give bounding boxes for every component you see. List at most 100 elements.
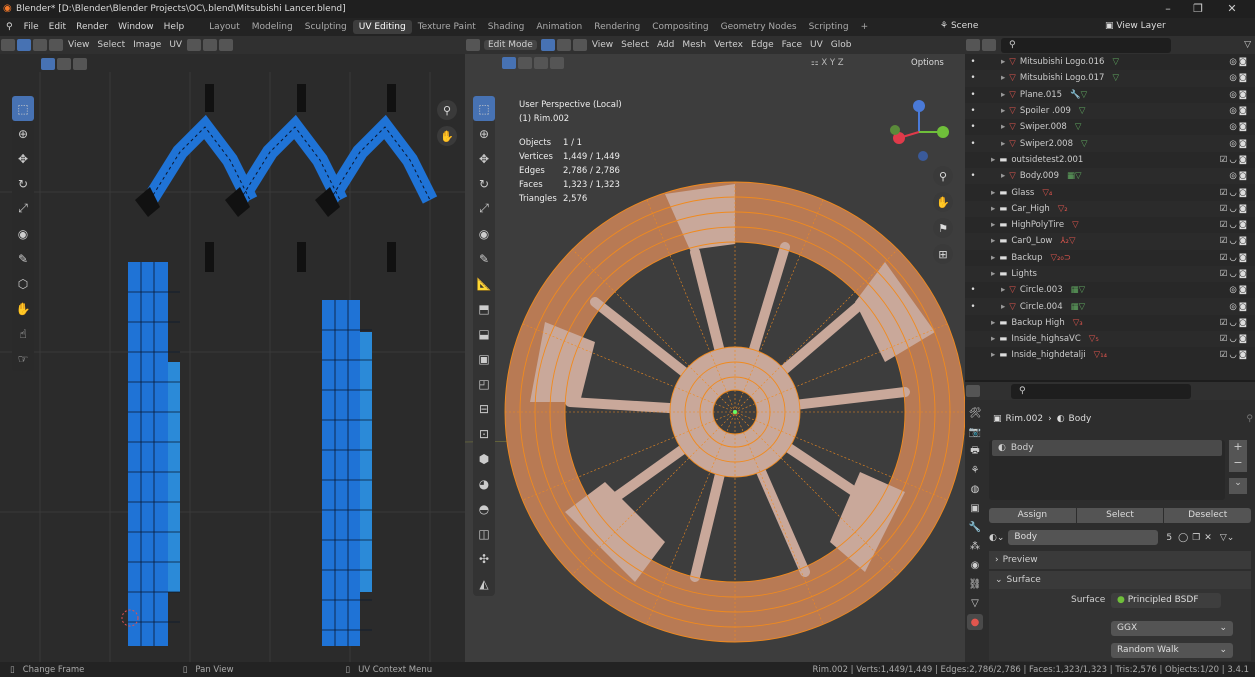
expand-toggle-icon[interactable]: ▸ (991, 269, 995, 279)
outliner-row[interactable]: • ▸ ▽ Circle.004 ▦▽ ◎◙ (965, 298, 1255, 315)
select-button[interactable]: Select (1076, 508, 1164, 523)
collection-toggles-icon[interactable]: ☑◡◙ (1220, 236, 1249, 246)
add-slot-button[interactable]: + (1229, 440, 1247, 456)
visibility-toggles-icon[interactable]: ◎◙ (1229, 90, 1249, 100)
world-tab-icon[interactable]: ◍ (967, 481, 983, 497)
gizmo-z-axis-icon[interactable] (913, 100, 925, 112)
uv-editor[interactable]: View Select Image UV ⬚ ⊕ ✥ ↻ ⤢ ◉ ✎ ⬡ ✋ ☝… (0, 36, 465, 662)
constraints-tab-icon[interactable]: ⛓ (967, 576, 983, 592)
tab-compositing[interactable]: Compositing (646, 20, 714, 34)
menu-edit[interactable]: Edit (44, 22, 71, 32)
outliner-row[interactable]: ▸ ▬ Car0_Low ⅄₂▽ ☑◡◙ (965, 233, 1255, 250)
pin-icon[interactable]: ⚲ (1246, 414, 1253, 424)
mirror-x[interactable]: X (821, 58, 827, 68)
gizmo-neg-z-icon[interactable] (918, 151, 928, 161)
remove-slot-button[interactable]: − (1229, 456, 1247, 472)
outliner-row[interactable]: • ▸ ▽ Spoiler .009 ▽ ◎◙ (965, 102, 1255, 120)
tab-geometry-nodes[interactable]: Geometry Nodes (715, 20, 803, 34)
vp-menu-face[interactable]: Face (778, 40, 806, 50)
collection-toggles-icon[interactable]: ☑◡◙ (1220, 155, 1249, 165)
material-slot-item[interactable]: ◐ Body (992, 440, 1222, 456)
face-select-icon[interactable] (572, 39, 587, 51)
outliner-row[interactable]: • ▸ ▽ Body.009 ▦▽ ◎◙ (965, 168, 1255, 185)
properties-editor[interactable]: ⚲ 🛠 📷 🖶 ⚘ ◍ ▣ 🔧 ⁂ ◉ ⛓ ▽ ● ▣ Rim.002 › ◐ … (965, 382, 1255, 662)
cursor-tool-icon[interactable]: ⊕ (12, 121, 34, 146)
pivot-icon[interactable] (187, 39, 202, 51)
vp-bevel-tool-icon[interactable]: ◰ (473, 371, 495, 396)
object-tab-icon[interactable]: ▣ (967, 500, 983, 516)
expand-toggle-icon[interactable]: ▸ (991, 318, 995, 328)
tab-uv-editing[interactable]: UV Editing (352, 20, 412, 34)
outliner-row[interactable]: ▸ ▬ Inside_highsaVC ▽₅ ☑◡◙ (965, 331, 1255, 348)
grab-tool-icon[interactable]: ✋ (12, 296, 34, 321)
collection-toggles-icon[interactable]: ☑◡◙ (1220, 220, 1249, 230)
menu-window[interactable]: Window (113, 22, 159, 32)
editor-type-icon[interactable] (1, 39, 15, 51)
material-name-field[interactable]: Body (1008, 530, 1159, 545)
gizmo-neg-y-icon[interactable] (890, 125, 900, 135)
outliner-row[interactable]: • ▸ ▽ Mitsubishi Logo.016 ▽ ◎◙ (965, 54, 1255, 70)
expand-toggle-icon[interactable]: ▸ (1001, 285, 1005, 295)
vp-smooth-tool-icon[interactable]: ◓ (473, 496, 495, 521)
surface-shader-field[interactable]: ● Principled BSDF (1111, 593, 1221, 608)
transform-tool-icon[interactable]: ◉ (12, 221, 34, 246)
collection-toggles-icon[interactable]: ☑◡◙ (1220, 318, 1249, 328)
vp-rip-tool-icon[interactable]: ◭ (473, 571, 495, 596)
expand-toggle-icon[interactable]: ▸ (991, 350, 995, 360)
collection-toggles-icon[interactable]: ☑◡◙ (1220, 334, 1249, 344)
uv-canvas[interactable] (0, 72, 465, 662)
expand-toggle-icon[interactable]: ▸ (991, 220, 995, 230)
outliner-row[interactable]: ▸ ▬ Glass ▽₄ ☑◡◙ (965, 184, 1255, 200)
expand-toggle-icon[interactable]: ▸ (991, 253, 995, 263)
tab-animation[interactable]: Animation (530, 20, 588, 34)
snap-icon[interactable] (203, 39, 218, 51)
uv-menu-view[interactable]: View (64, 40, 93, 50)
vp-menu-select[interactable]: Select (617, 40, 653, 50)
vp-shrink-tool-icon[interactable]: ✣ (473, 546, 495, 571)
uv-menu-image[interactable]: Image (129, 40, 165, 50)
visibility-toggles-icon[interactable]: ◎◙ (1229, 73, 1249, 83)
rip-tool-icon[interactable]: ⬡ (12, 271, 34, 296)
outliner-row[interactable]: • ▸ ▽ Mitsubishi Logo.017 ▽ ◎◙ (965, 70, 1255, 87)
vp-pan-hand-icon[interactable]: ✋ (933, 192, 953, 212)
distribution-dropdown[interactable]: GGX ⌄ (1111, 621, 1233, 636)
view-layer-selector[interactable]: ▣ View Layer (1105, 21, 1166, 31)
properties-type-icon[interactable] (966, 385, 980, 397)
visibility-toggles-icon[interactable]: ◎◙ (1229, 106, 1249, 116)
tool-tab-icon[interactable]: 🛠 (967, 405, 983, 421)
vp-zoom-icon[interactable]: ⚲ (933, 166, 953, 186)
blender-menu-icon[interactable]: ⚲ (0, 22, 19, 32)
collection-toggles-icon[interactable]: ☑◡◙ (1220, 269, 1249, 279)
tab-modeling[interactable]: Modeling (246, 20, 299, 34)
uv-sync-icon[interactable] (33, 39, 47, 51)
vp-menu-edge[interactable]: Edge (747, 40, 778, 50)
transform-orientation[interactable]: Glob (827, 40, 856, 50)
slot-menu-button[interactable]: ⌄ (1229, 478, 1247, 494)
outliner-row[interactable]: • ▸ ▽ Plane.015 🔧▽ ◎◙ (965, 87, 1255, 103)
tab-rendering[interactable]: Rendering (588, 20, 646, 34)
scene-tab-icon[interactable]: ⚘ (967, 462, 983, 478)
vp-menu-view[interactable]: View (588, 40, 617, 50)
visibility-toggles-icon[interactable]: ◎◙ (1229, 139, 1249, 149)
vertex-select-icon[interactable] (540, 39, 555, 51)
pinch-tool-icon[interactable]: ☞ (12, 346, 34, 371)
material-slot-list[interactable]: ◐ Body (989, 440, 1225, 500)
material-tab-icon[interactable]: ● (967, 614, 983, 630)
vp-spin-tool-icon[interactable]: ◕ (473, 471, 495, 496)
particles-tab-icon[interactable]: ⁂ (967, 538, 983, 554)
tab-shading[interactable]: Shading (482, 20, 531, 34)
outliner-row[interactable]: ▸ ▬ Backup High ▽₃ ☑◡◙ (965, 315, 1255, 331)
vp-move-tool-icon[interactable]: ✥ (473, 146, 495, 171)
vp-extrude-tool-icon[interactable]: ⬓ (473, 321, 495, 346)
uv-edge-mode-icon[interactable] (57, 58, 71, 70)
mirror-y[interactable]: Y (830, 58, 835, 68)
expand-toggle-icon[interactable]: ▸ (991, 188, 995, 198)
properties-search-input[interactable]: ⚲ (1011, 383, 1191, 399)
vp-select-tool-icon[interactable]: ⬚ (473, 96, 495, 121)
uv-menu-select[interactable]: Select (93, 40, 129, 50)
vp-measure-tool-icon[interactable]: 📐 (473, 271, 495, 296)
modifier-tab-icon[interactable]: 🔧 (967, 519, 983, 535)
outliner-row[interactable]: ▸ ▬ Car_High ▽₂ ☑◡◙ (965, 200, 1255, 217)
expand-toggle-icon[interactable]: ▸ (991, 236, 995, 246)
zoom-icon[interactable]: ⚲ (437, 100, 457, 120)
